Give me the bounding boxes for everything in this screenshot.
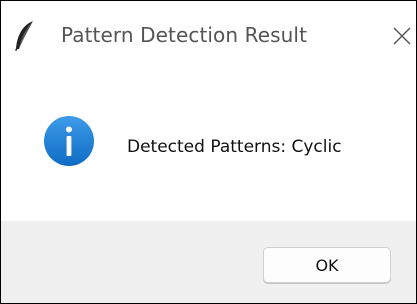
title-bar[interactable]: Pattern Detection Result — [1, 1, 416, 71]
feather-icon — [11, 19, 37, 53]
ok-button[interactable]: OK — [263, 247, 391, 283]
dialog-content: Detected Patterns: Cyclic — [1, 71, 416, 221]
button-bar: OK — [1, 221, 416, 303]
message-text: Detected Patterns: Cyclic — [127, 137, 342, 157]
message-dialog: Pattern Detection Result Detected Patter… — [0, 0, 417, 304]
info-icon — [43, 115, 95, 167]
window-title: Pattern Detection Result — [61, 23, 308, 47]
close-icon[interactable] — [389, 23, 415, 49]
